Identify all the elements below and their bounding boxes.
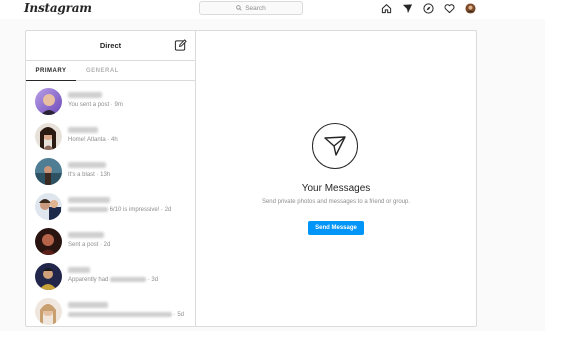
thread-name-redacted (68, 162, 106, 168)
thread-snippet: 6/10 is impressive! · 2d (68, 207, 171, 213)
thread-name-redacted (68, 92, 102, 98)
empty-state-subtitle: Send private photos and messages to a fr… (261, 199, 411, 205)
thread-item[interactable]: Apparently had · 3d (26, 259, 196, 295)
thread-item[interactable]: You sent a post · 9m (26, 84, 196, 120)
thread-snippet: It's a blast · 13h (68, 172, 111, 178)
inbox-header: Direct (26, 31, 195, 61)
avatar (35, 88, 62, 115)
thread-item[interactable]: Home! Atlanta · 4h (26, 119, 196, 155)
avatar (35, 228, 62, 255)
empty-state-title: Your Messages (301, 183, 371, 194)
redacted-text (68, 312, 172, 317)
redacted-text (68, 207, 108, 212)
thread-name-redacted (68, 127, 98, 133)
thread-item[interactable]: It's a blast · 13h (26, 154, 196, 190)
thread-name-redacted (68, 267, 90, 273)
bottom-band (0, 331, 584, 344)
instagram-logo[interactable]: Instagram (24, 1, 92, 15)
thread-snippet: · 5d (68, 312, 184, 318)
avatar (35, 263, 62, 290)
avatar (35, 158, 62, 185)
thread-name-redacted (68, 302, 108, 308)
tab-general[interactable]: GENERAL (86, 61, 119, 81)
right-gutter (545, 0, 584, 344)
direct-icon[interactable] (401, 2, 413, 14)
thread-name-redacted (68, 232, 104, 238)
thread-snippet: You sent a post · 9m (68, 102, 123, 108)
activity-heart-icon[interactable] (443, 2, 455, 14)
tab-primary[interactable]: PRIMARY (26, 61, 76, 81)
thread-item[interactable]: 6/10 is impressive! · 2d (26, 189, 196, 225)
new-message-icon[interactable] (174, 39, 187, 52)
thread-name-redacted (68, 197, 110, 203)
search-placeholder: Search (245, 4, 266, 12)
send-message-button[interactable]: Send Message (308, 221, 364, 235)
avatar (35, 298, 62, 325)
thread-snippet: Home! Atlanta · 4h (68, 137, 118, 143)
inbox-title: Direct (99, 41, 122, 50)
profile-avatar[interactable] (464, 2, 476, 14)
thread-item[interactable]: Sent a post · 2d (26, 224, 196, 260)
thread-snippet: Sent a post · 2d (68, 242, 111, 248)
explore-icon[interactable] (422, 2, 434, 14)
search-input[interactable]: Search (199, 1, 303, 15)
inbox-sidebar: Direct PRIMARY GENERAL You sent a post ·… (26, 31, 196, 326)
home-icon[interactable] (380, 2, 392, 14)
direct-panel: Direct PRIMARY GENERAL You sent a post ·… (25, 30, 477, 327)
redacted-text (110, 277, 147, 282)
search-icon (236, 5, 242, 11)
avatar (35, 123, 62, 150)
direct-send-icon (312, 123, 358, 169)
top-nav: Instagram Search (0, 0, 545, 19)
inbox-tabs: PRIMARY GENERAL (26, 61, 195, 81)
thread-item[interactable]: · 5d (26, 294, 196, 326)
thread-snippet: Apparently had · 3d (68, 277, 159, 284)
messages-empty-state: Your Messages Send private photos and me… (196, 31, 476, 326)
avatar (35, 193, 62, 220)
